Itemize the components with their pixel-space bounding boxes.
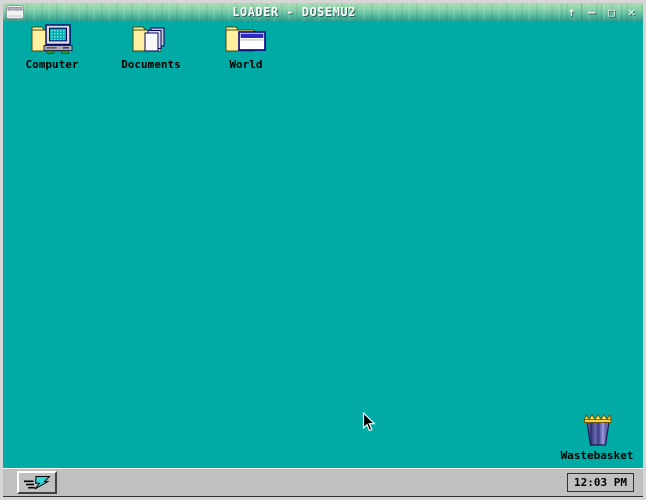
- start-button[interactable]: [17, 471, 57, 494]
- world-icon: [225, 26, 266, 52]
- icon-label: Documents: [121, 58, 181, 71]
- documents-icon: [132, 26, 165, 52]
- rollup-button[interactable]: ↑: [561, 3, 581, 21]
- icon-label: Wastebasket: [560, 449, 634, 462]
- icon-label: Computer: [25, 58, 79, 71]
- dosemu2-window: LOADER - DOSEMU2 ↑ – □ ✕ Computer Docume…: [0, 0, 646, 500]
- close-button[interactable]: ✕: [621, 3, 641, 21]
- taskbar: 12:03 PM: [3, 468, 643, 497]
- system-menu-icon: [6, 5, 24, 19]
- window-title: LOADER - DOSEMU2: [232, 5, 356, 19]
- calmira-logo-icon: [24, 476, 51, 490]
- desktop-icon-wastebasket[interactable]: Wastebasket: [555, 411, 639, 461]
- maximize-icon: □: [608, 5, 615, 19]
- minimize-button[interactable]: –: [581, 3, 601, 21]
- clock-text: 12:03 PM: [574, 476, 627, 489]
- rollup-icon: ↑: [567, 5, 576, 19]
- minimize-icon: –: [587, 5, 596, 19]
- wastebasket-icon: [583, 413, 613, 446]
- desktop-icon-world[interactable]: World: [204, 24, 288, 70]
- desktop-icon-documents[interactable]: Documents: [109, 24, 193, 70]
- close-icon: ✕: [627, 5, 636, 19]
- icon-label: World: [229, 58, 263, 71]
- window-controls: ↑ – □ ✕: [561, 3, 641, 21]
- maximize-button[interactable]: □: [601, 3, 621, 21]
- system-menu-button[interactable]: [3, 3, 27, 21]
- mouse-cursor: [362, 412, 376, 432]
- taskbar-clock[interactable]: 12:03 PM: [567, 473, 634, 492]
- desktop[interactable]: Computer Documents World Wastebasket: [3, 21, 643, 468]
- desktop-icon-computer[interactable]: Computer: [10, 24, 94, 70]
- computer-icon: [31, 24, 73, 54]
- title-bar[interactable]: LOADER - DOSEMU2 ↑ – □ ✕: [3, 3, 643, 21]
